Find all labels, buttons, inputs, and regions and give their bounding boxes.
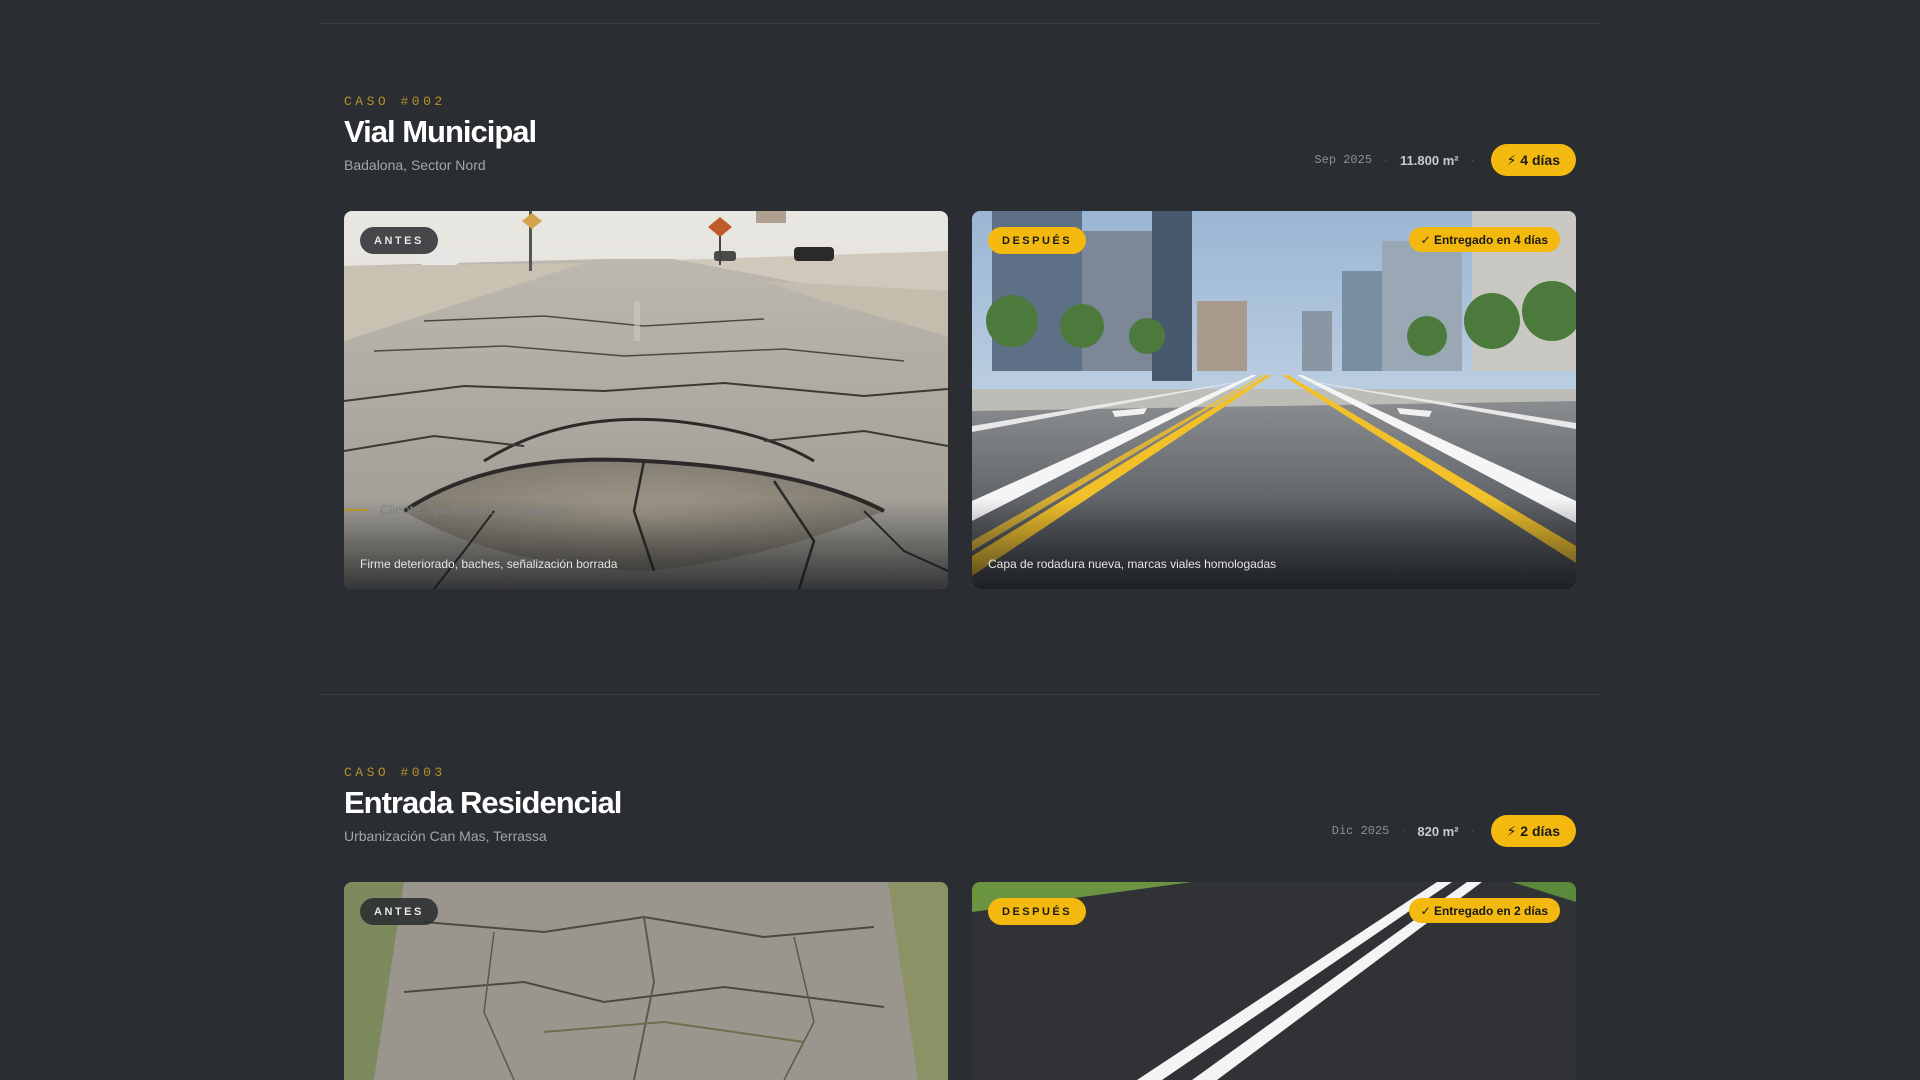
client-accent-line (344, 508, 368, 511)
case-location: Urbanización Can Mas, Terrassa (344, 828, 547, 844)
section-divider (319, 23, 1600, 24)
before-caption: Firme deteriorado, baches, señalización … (360, 557, 618, 571)
case-date: Dic 2025 (1331, 824, 1390, 838)
delivered-badge: ✓ Entregado en 4 días (1408, 227, 1560, 252)
after-label: DESPUÉS (988, 898, 1087, 925)
case-studies-page: CASO #002 Vial Municipal Badalona, Secto… (0, 0, 1920, 1080)
separator-dot: · (1401, 824, 1406, 838)
after-caption: Capa de rodadura nueva, marcas viales ho… (988, 557, 1277, 571)
after-photo-card[interactable]: DESPUÉS ✓ Entregado en 2 días (972, 882, 1576, 1080)
client-credit: Cliente: Ajuntament de Badalona (344, 502, 569, 517)
case-date: Sep 2025 (1314, 153, 1373, 167)
case-title: Entrada Residencial (344, 785, 622, 820)
case-tag: CASO #002 (344, 94, 446, 109)
separator-dot: · (1470, 153, 1475, 167)
before-label: ANTES (360, 898, 438, 925)
after-photo-card[interactable]: DESPUÉS ✓ Entregado en 4 días Capa de ro… (972, 211, 1576, 589)
case-location: Badalona, Sector Nord (344, 157, 486, 173)
case-meta: Sep 2025 · 11.800 m² · ⚡ 4 días (1314, 144, 1576, 176)
delivered-badge: ✓ Entregado en 2 días (1408, 898, 1560, 923)
case-meta: Dic 2025 · 820 m² · ⚡ 2 días (1332, 815, 1576, 847)
case-tag: CASO #003 (344, 765, 446, 780)
case-area: 11.800 m² (1400, 152, 1459, 168)
client-name: Cliente: Ajuntament de Badalona (380, 502, 570, 517)
separator-dot: · (1470, 824, 1475, 838)
case-title: Vial Municipal (344, 114, 537, 149)
separator-dot: · (1384, 153, 1389, 167)
after-caption-overlay: Capa de rodadura nueva, marcas viales ho… (972, 499, 1576, 589)
duration-badge: ⚡ 4 días (1490, 144, 1576, 176)
before-photo-card[interactable]: ANTES Firme deteriorado, baches, señaliz… (344, 211, 948, 589)
after-label: DESPUÉS (988, 227, 1087, 254)
before-label: ANTES (360, 227, 438, 254)
section-divider (319, 694, 1600, 695)
case-area: 820 m² (1417, 823, 1459, 839)
duration-badge: ⚡ 2 días (1490, 815, 1576, 847)
before-photo-card[interactable]: ANTES (344, 882, 948, 1080)
